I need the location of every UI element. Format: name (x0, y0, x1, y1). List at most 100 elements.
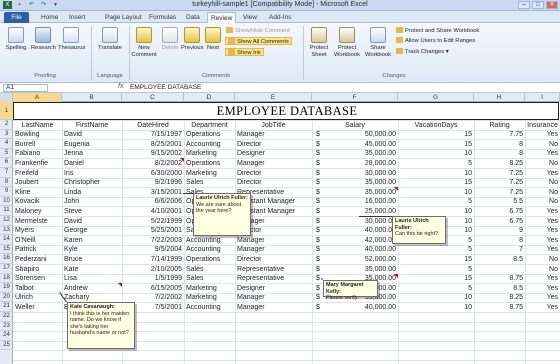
table-cell[interactable] (476, 265, 523, 274)
previous-comment-button[interactable]: Previous (181, 27, 204, 52)
table-cell[interactable]: 15 (400, 140, 472, 149)
table-cell[interactable]: Freifeld (15, 169, 60, 178)
table-cell[interactable]: 6/15/2005 (124, 284, 182, 293)
share-workbook-button[interactable]: Share Workbook (364, 27, 392, 58)
table-cell[interactable]: Yes (527, 226, 558, 235)
show-ink-button[interactable]: Show Ink (225, 48, 264, 56)
tab-formulas[interactable]: Formulas (146, 12, 179, 23)
delete-comment-button[interactable]: Delete (160, 27, 180, 52)
table-cell[interactable]: 35,000.00 (314, 284, 396, 293)
row-header[interactable]: 2 (0, 120, 13, 130)
research-button[interactable]: Research (31, 27, 56, 52)
table-cell[interactable]: Eugenia (64, 140, 120, 149)
spelling-button[interactable]: Spelling (4, 27, 28, 52)
new-comment-button[interactable]: New Comment (131, 27, 157, 58)
table-cell[interactable]: Operations (186, 159, 233, 168)
table-cell[interactable]: George (64, 226, 120, 235)
table-cell[interactable]: No (527, 188, 558, 197)
table-cell[interactable]: Bowling (15, 130, 60, 139)
table-cell[interactable]: 7.25 (476, 169, 523, 178)
table-cell[interactable]: Lisa (64, 274, 120, 283)
column-title-firstname[interactable]: FirstName (64, 121, 120, 130)
table-cell[interactable]: Yes (527, 236, 558, 245)
table-cell[interactable]: Representative (237, 265, 310, 274)
table-cell[interactable]: Kate (64, 265, 120, 274)
table-cell[interactable]: Yes (527, 217, 558, 226)
table-cell[interactable]: 8/2/2002 (124, 159, 182, 168)
row-header[interactable]: 14 (0, 235, 13, 245)
row-header[interactable]: 19 (0, 283, 13, 293)
table-cell[interactable]: Representative (237, 274, 310, 283)
column-title-vacationdays[interactable]: VacationDays (400, 121, 472, 130)
table-cell[interactable]: 16,000.00 (314, 197, 396, 206)
table-cell[interactable]: 7/5/2001 (124, 303, 182, 312)
table-cell[interactable]: Yes (527, 169, 558, 178)
table-cell[interactable]: 5 (400, 236, 472, 245)
table-cell[interactable]: 30,000.00 (314, 217, 396, 226)
translate-button[interactable]: Translate (96, 27, 124, 52)
table-cell[interactable]: Kyle (64, 245, 120, 254)
table-cell[interactable]: Representative (237, 188, 310, 197)
table-cell[interactable]: Sales (186, 274, 233, 283)
table-cell[interactable]: Accounting (186, 236, 233, 245)
table-cell[interactable]: 1/5/1999 (124, 274, 182, 283)
column-header-d[interactable]: D (184, 93, 235, 102)
table-cell[interactable]: 8 (476, 140, 523, 149)
table-cell[interactable]: Burrell (15, 140, 60, 149)
column-header-h[interactable]: H (474, 93, 525, 102)
table-cell[interactable]: Weller (15, 303, 60, 312)
table-cell[interactable]: 30,000.00 (314, 169, 396, 178)
table-cell[interactable]: Accounting (186, 245, 233, 254)
row-header[interactable]: 11 (0, 206, 13, 216)
column-title-insurance[interactable]: Insurance (527, 121, 558, 130)
table-cell[interactable]: 35,000.00 (314, 178, 396, 187)
table-cell[interactable]: Talbot (15, 284, 60, 293)
table-cell[interactable]: Marketing (186, 293, 233, 302)
table-cell[interactable]: Designer (237, 149, 310, 158)
table-cell[interactable]: No (527, 140, 558, 149)
table-cell[interactable]: 9/15/2002 (124, 149, 182, 158)
table-cell[interactable]: 8.5 (476, 284, 523, 293)
column-header-c[interactable]: C (122, 93, 184, 102)
next-comment-button[interactable]: Next (204, 27, 222, 52)
table-cell[interactable]: 25,000.00 (314, 207, 396, 216)
table-cell[interactable]: Sales (186, 178, 233, 187)
table-cell[interactable]: Bruce (64, 255, 120, 264)
column-header-g[interactable]: G (398, 93, 474, 102)
table-cell[interactable]: John (64, 197, 120, 206)
table-cell[interactable]: Director (237, 226, 310, 235)
table-cell[interactable]: 55,000.00 (314, 293, 396, 302)
column-header-e[interactable]: E (235, 93, 312, 102)
table-cell[interactable]: Director (237, 169, 310, 178)
table-cell[interactable]: 6.75 (476, 207, 523, 216)
table-cell[interactable]: 5 (400, 265, 472, 274)
table-cell[interactable]: Maloney (15, 207, 60, 216)
row-header[interactable]: 24 (0, 331, 13, 341)
table-cell[interactable]: 10 (400, 169, 472, 178)
table-cell[interactable]: 10 (400, 303, 472, 312)
table-cell[interactable]: Manager (237, 245, 310, 254)
show-hide-comment-button[interactable]: Show/Hide Comment (226, 27, 290, 35)
table-cell[interactable]: 7/2/2002 (124, 293, 182, 302)
table-cell[interactable]: 5 (400, 245, 472, 254)
table-cell[interactable]: Kline (15, 188, 60, 197)
table-cell[interactable]: 7.25 (476, 178, 523, 187)
table-cell[interactable]: 8.75 (476, 303, 523, 312)
table-cell[interactable]: Assistant Manager (237, 207, 310, 216)
table-cell[interactable]: Shapiro (15, 265, 60, 274)
tab-file[interactable]: File (4, 12, 29, 23)
table-cell[interactable]: 10 (400, 217, 472, 226)
table-cell[interactable]: 40,000.00 (314, 303, 396, 312)
tab-page-layout[interactable]: Page Layout (102, 12, 145, 23)
close-button[interactable]: ✕ (546, 1, 558, 9)
table-cell[interactable]: Yes (527, 303, 558, 312)
table-cell[interactable]: Mermelste (15, 217, 60, 226)
worksheet-grid[interactable]: EMPLOYEE DATABASE LastName FirstName DateH… (13, 102, 560, 364)
table-cell[interactable]: Daniel (64, 159, 120, 168)
table-cell[interactable]: Operations (186, 197, 233, 206)
row-header[interactable]: 4 (0, 139, 13, 149)
tab-view[interactable]: View (240, 12, 260, 23)
column-title-jobtitle[interactable]: JobTitle (237, 121, 310, 130)
table-cell[interactable]: Andrew (64, 284, 120, 293)
table-cell[interactable]: 10 (400, 188, 472, 197)
